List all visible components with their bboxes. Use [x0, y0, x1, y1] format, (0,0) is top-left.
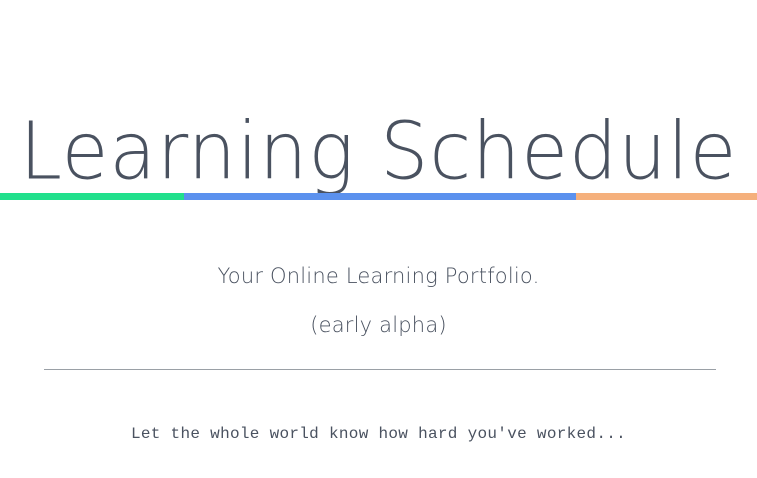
tagline: Let the whole world know how hard you've…: [130, 425, 627, 443]
subtitle: Your Online Learning Portfolio.: [217, 264, 540, 288]
color-accent-bar: [0, 193, 757, 200]
alpha-note: (early alpha): [310, 313, 447, 337]
accent-bar-blue-segment: [184, 193, 576, 200]
divider: [44, 369, 716, 370]
accent-bar-orange-segment: [576, 193, 757, 200]
page-title: Learning Schedule: [19, 103, 738, 198]
accent-bar-green-segment: [0, 193, 184, 200]
